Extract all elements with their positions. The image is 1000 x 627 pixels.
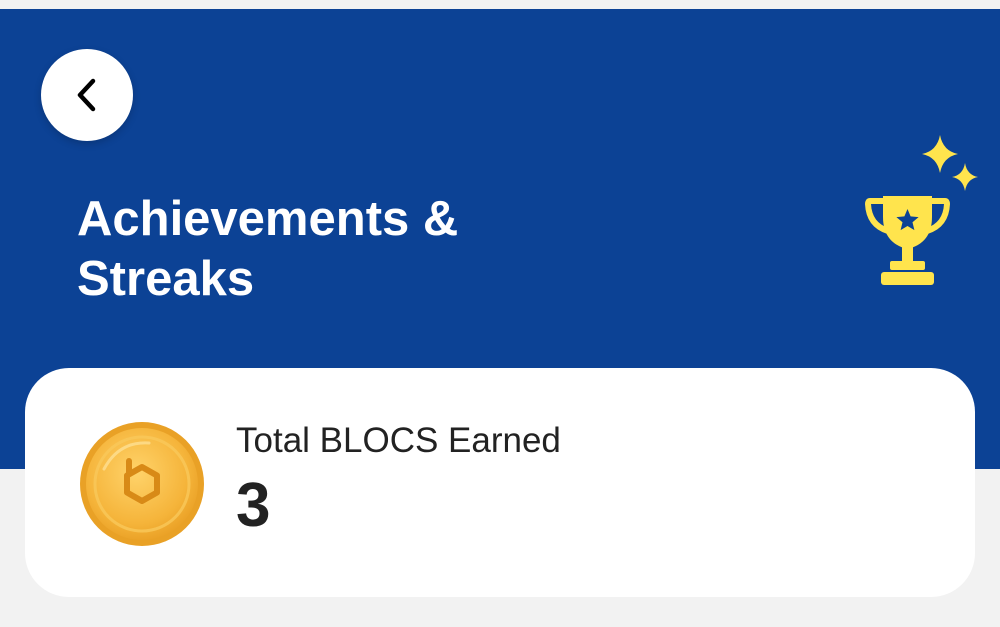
total-blocs-value: 3 xyxy=(236,471,271,540)
bloc-coin-icon xyxy=(80,422,204,546)
page-title-line-1: Achievements & xyxy=(77,192,459,246)
page-title: Achievements & Streaks xyxy=(77,189,597,309)
total-blocs-card: Total BLOCS Earned 3 xyxy=(25,368,975,597)
status-bar-area xyxy=(0,0,1000,9)
page-title-line-2: Streaks xyxy=(77,252,255,306)
trophy-icon xyxy=(865,135,978,285)
back-button[interactable] xyxy=(41,49,133,141)
total-blocs-label: Total BLOCS Earned xyxy=(236,421,561,460)
chevron-left-icon xyxy=(77,78,96,112)
